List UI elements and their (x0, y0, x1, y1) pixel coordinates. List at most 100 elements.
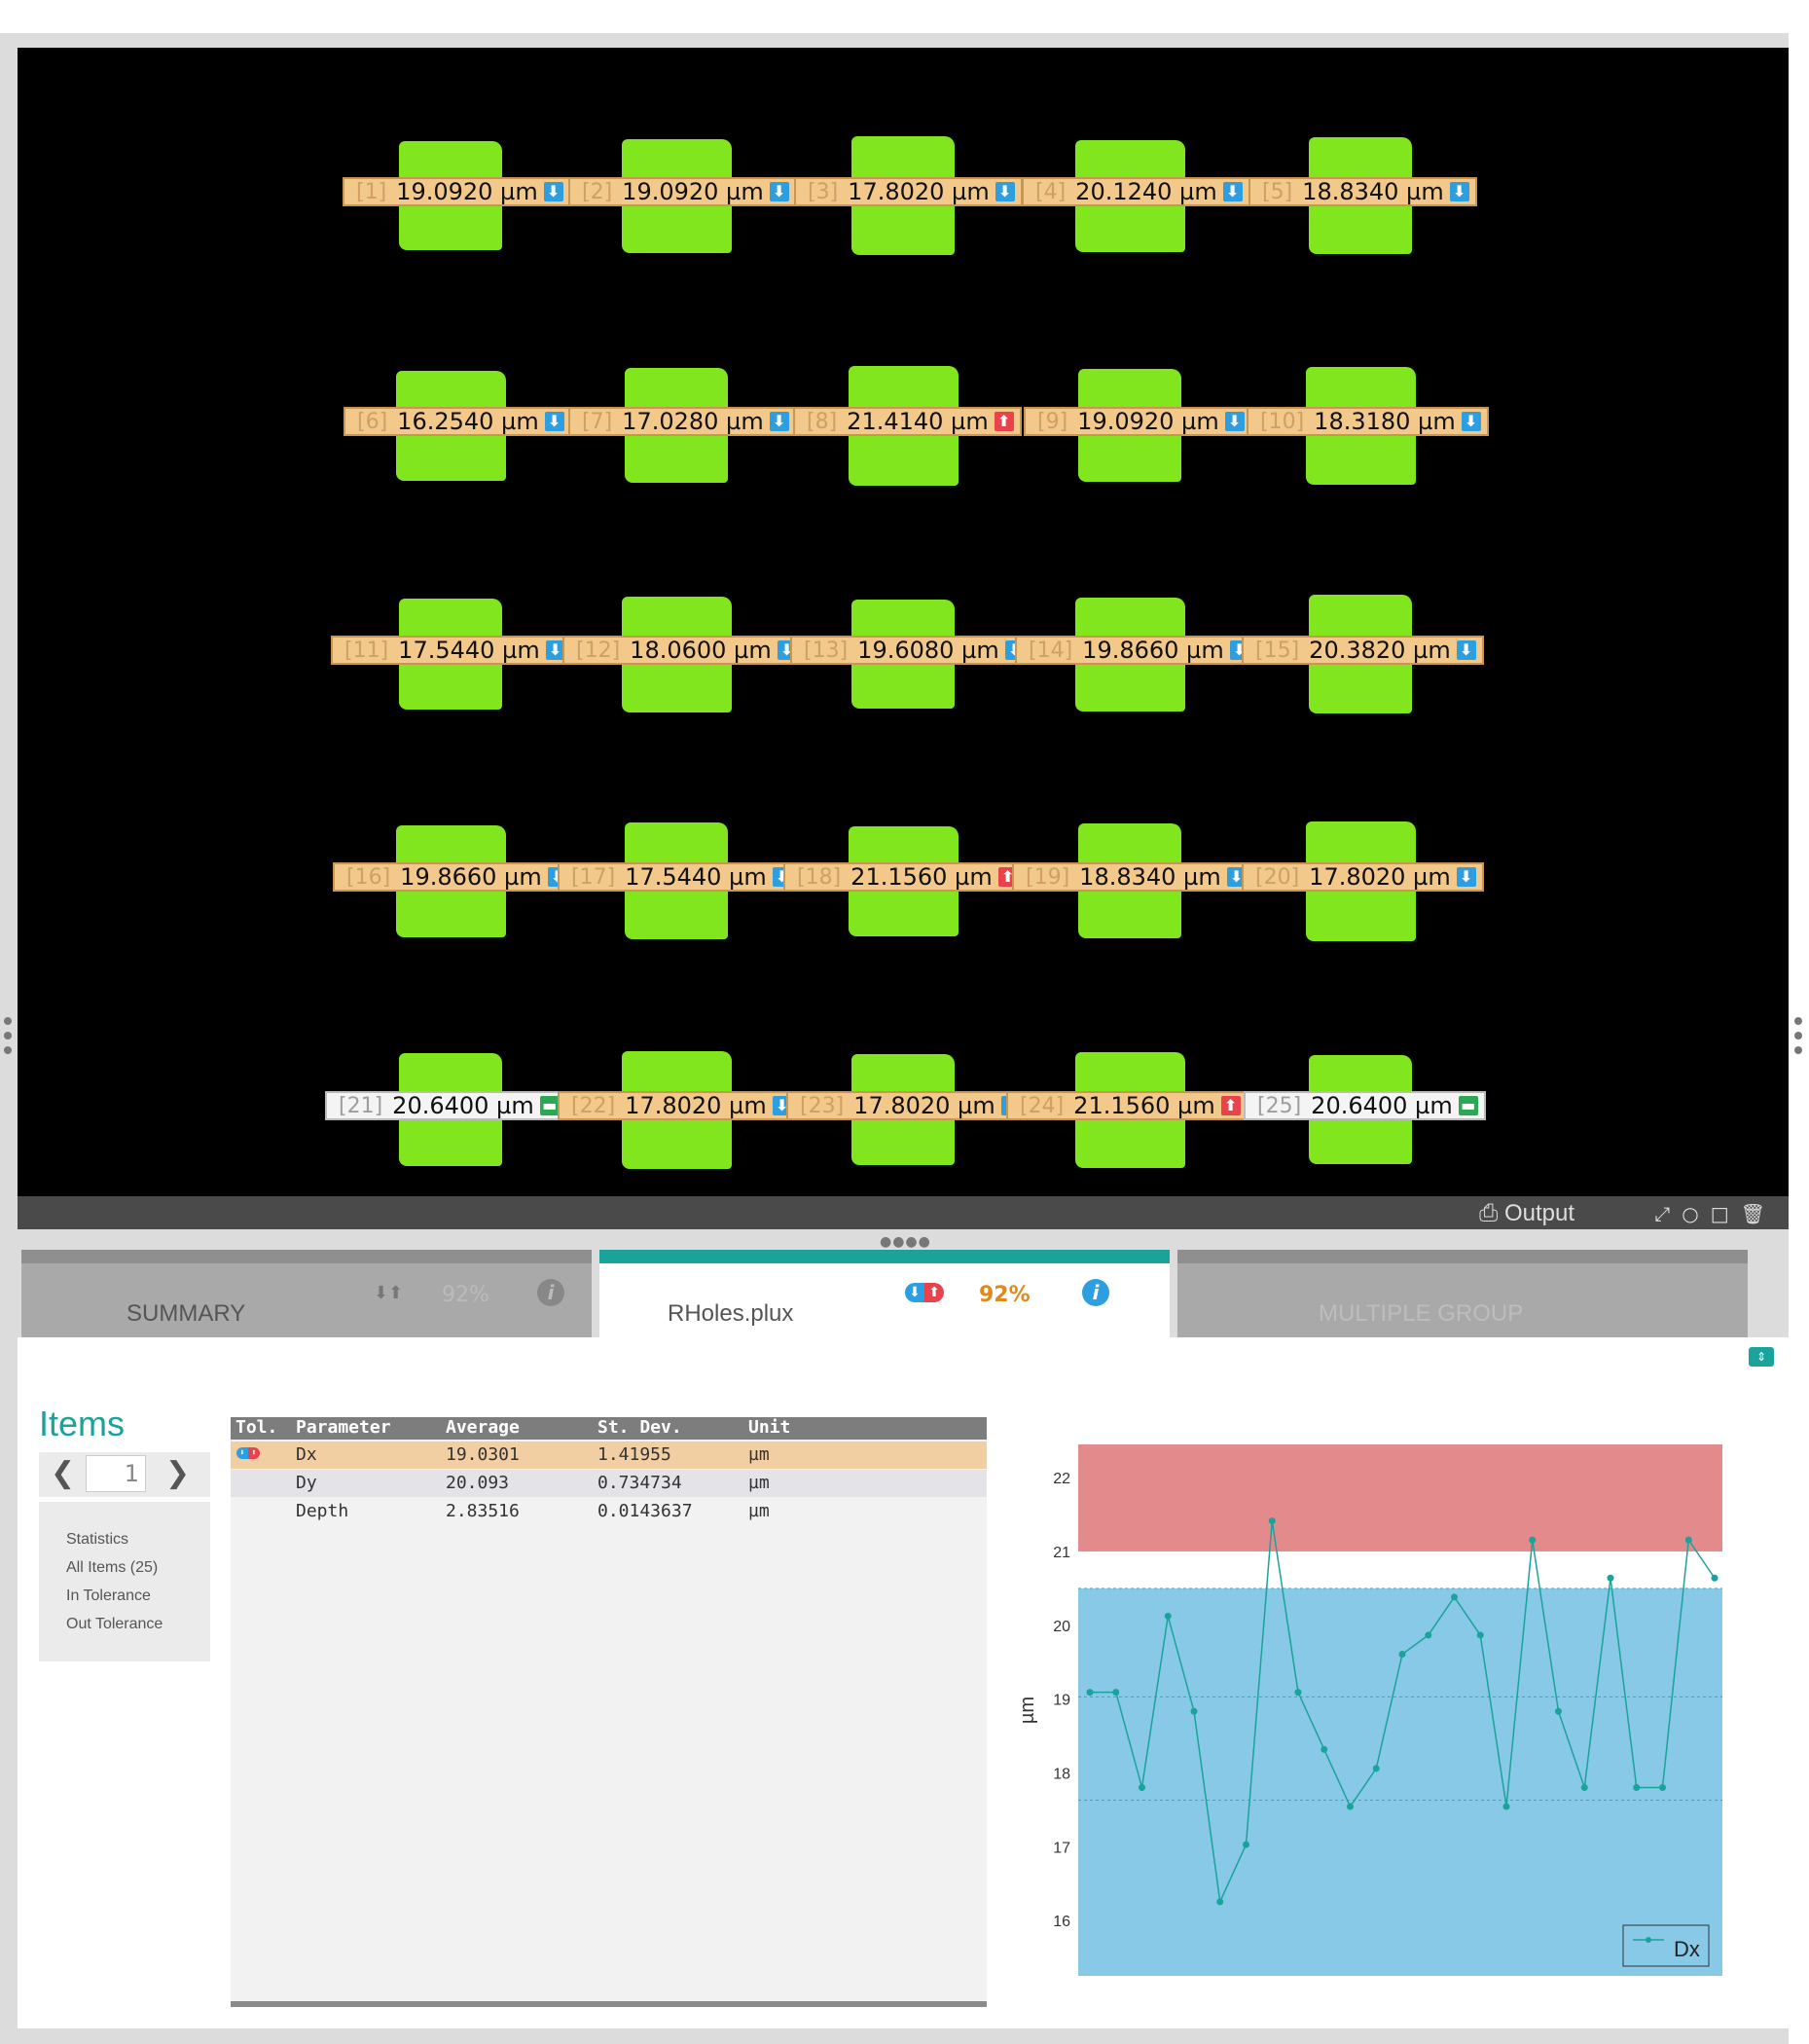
measurement-value: 18.8340 µm (1079, 863, 1221, 891)
table-row[interactable]: Depth 2.83516 0.0143637 µm (231, 1498, 987, 1525)
measurement-label[interactable]: [10] 18.3180 µm ⬇ (1247, 407, 1489, 436)
table-row[interactable]: ⬇ ⬆ Dx 19.0301 1.41955 µm (231, 1442, 987, 1469)
down-arrow-icon: ⬇ (1224, 412, 1245, 431)
measurement-label[interactable]: [12] 18.0600 µm ⬇ (562, 636, 805, 665)
measurement-index: [11] (344, 638, 389, 663)
trash-icon[interactable]: 🗑 (1741, 1202, 1777, 1225)
circle-icon[interactable]: ○ (1682, 1202, 1710, 1225)
measurement-label[interactable]: [13]19.6080 µm⬇ (790, 636, 1032, 665)
cell-parameter: Dx (296, 1444, 317, 1465)
measurement-index: [24] (1020, 1093, 1065, 1118)
measurement-label[interactable]: [6] 16.2540 µm ⬇ (344, 407, 572, 436)
y-tick-label: 16 (1053, 1914, 1070, 1930)
header-average: Average (446, 1417, 520, 1438)
y-tick-label: 18 (1053, 1766, 1070, 1782)
right-splitter-handle[interactable] (1794, 1046, 1802, 1054)
measurement-label[interactable]: [21] 20.6400 µm ▬ (325, 1091, 567, 1120)
square-icon[interactable]: □ (1711, 1202, 1741, 1225)
info-icon[interactable]: i (1082, 1279, 1109, 1306)
measurement-index: [25] (1257, 1093, 1302, 1118)
measurement-index: [1] (356, 179, 387, 204)
header-unit: Unit (748, 1417, 791, 1438)
data-point (1529, 1536, 1537, 1544)
up-arrow-icon: ⬆ (994, 412, 1014, 431)
measurement-label[interactable]: [17] 17.5440 µm ⬇ (558, 862, 800, 892)
measurement-value: 17.8020 µm (1309, 863, 1451, 891)
measurement-value: 19.8660 µm (400, 863, 542, 891)
measurement-label[interactable]: [25] 20.6400 µm ▬ (1244, 1091, 1486, 1120)
measurement-label[interactable]: [16]19.8660 µm⬇ (333, 862, 575, 892)
measurement-label[interactable]: [18] 21.1560 µm ⬆ (783, 862, 1026, 892)
y-tick-label: 21 (1053, 1545, 1070, 1561)
chevron-left-icon[interactable]: ❮ (51, 1456, 75, 1490)
measurement-label[interactable]: [2] 19.0920 µm ⬇ (568, 177, 797, 206)
down-arrow-icon: ⬇ (1456, 640, 1476, 660)
tab-rholes[interactable]: RHoles.plux ⬇ ⬆ 92% i (599, 1250, 1170, 1337)
measurement-label[interactable]: [7] 17.0280 µm ⬇ (568, 407, 797, 436)
measurement-index: [14] (1029, 638, 1073, 663)
measurement-label[interactable]: [3] 17.8020 µm ⬇ (794, 177, 1023, 206)
data-point (1684, 1536, 1692, 1544)
measurement-label[interactable]: [23]17.8020 µm⬇ (786, 1091, 1029, 1120)
data-point (1633, 1783, 1641, 1791)
table-row[interactable]: Dy 20.093 0.734734 µm (231, 1470, 987, 1497)
cell-unit: µm (748, 1444, 770, 1465)
measurement-label[interactable]: [19] 18.8340 µm ⬇ (1012, 862, 1254, 892)
measurement-label[interactable]: [4] 20.1240 µm ⬇ (1022, 177, 1250, 206)
measurement-label[interactable]: [11] 17.5440 µm ⬇ (331, 636, 573, 665)
filter-statistics[interactable]: Statistics (66, 1531, 202, 1549)
right-splitter-handle[interactable] (1794, 1032, 1802, 1040)
measurement-label[interactable]: [20] 17.8020 µm ⬇ (1242, 862, 1484, 892)
filter-out-tolerance[interactable]: Out Tolerance (66, 1616, 202, 1633)
measurement-value: 17.8020 µm (625, 1092, 767, 1119)
measurement-label[interactable]: [22] 17.8020 µm ⬇ (558, 1091, 800, 1120)
data-point (1139, 1783, 1145, 1791)
tab-multiple-group-label: MULTIPLE GROUP (1319, 1300, 1524, 1327)
measurement-value: 19.8660 µm (1082, 637, 1224, 664)
measurement-label[interactable]: [1] 19.0920 µm ⬇ (343, 177, 571, 206)
vertical-splitter-grip[interactable]: ●●●● (880, 1234, 931, 1250)
left-splitter-handle[interactable] (4, 1017, 12, 1025)
viewer-toolbar: ⎙ Output ⤢○□🗑 (18, 1196, 1789, 1229)
measurement-value: 20.3820 µm (1309, 637, 1451, 664)
measurement-value: 17.8020 µm (853, 1092, 995, 1119)
measurement-label[interactable]: [9] 19.0920 µm ⬇ (1024, 407, 1252, 436)
pin-icon[interactable]: ⇕ (1749, 1347, 1774, 1367)
filter-in-tolerance[interactable]: In Tolerance (66, 1588, 202, 1605)
chevron-right-icon[interactable]: ❯ (165, 1456, 190, 1490)
cell-parameter: Dy (296, 1473, 317, 1493)
filter-all-items[interactable]: All Items (25) (66, 1559, 202, 1577)
up-arrow-icon: ⬆ (1220, 1096, 1241, 1115)
tab-summary[interactable]: SUMMARY ⬇⬆ 92% i (21, 1250, 592, 1337)
tab-multiple-group[interactable]: MULTIPLE GROUP (1177, 1250, 1748, 1337)
image-viewer[interactable]: [1] 19.0920 µm ⬇ [2] 19.0920 µm ⬇ [3] 17.8020 µ… (18, 48, 1789, 1196)
right-splitter-handle[interactable] (1794, 1017, 1802, 1025)
expand-icon[interactable]: ⤢ (1654, 1202, 1682, 1225)
left-splitter-handle[interactable] (4, 1046, 12, 1054)
measurement-label[interactable]: [15] 20.3820 µm ⬇ (1242, 636, 1484, 665)
measurement-label[interactable]: [8] 21.4140 µm ⬆ (793, 407, 1022, 436)
left-splitter-handle[interactable] (4, 1032, 12, 1040)
data-point (1321, 1745, 1328, 1753)
tolerance-band (1078, 1588, 1722, 1976)
down-arrow-icon: ⬇ (543, 182, 563, 201)
measurement-index: [21] (339, 1093, 383, 1118)
header-stdev: St. Dev. (597, 1417, 682, 1438)
cell-average: 19.0301 (446, 1444, 520, 1465)
page-input[interactable]: 1 (86, 1455, 146, 1492)
data-point (1294, 1689, 1302, 1697)
y-tick-label: 17 (1053, 1840, 1070, 1856)
measurement-label[interactable]: [14] 19.8660 µm ⬇ (1015, 636, 1257, 665)
cell-stdev: 1.41955 (597, 1444, 671, 1465)
pager: ❮ 1 ❯ (39, 1452, 210, 1497)
filter-label: All Items (25) (66, 1559, 159, 1576)
data-point (1580, 1783, 1588, 1791)
info-icon[interactable]: i (537, 1279, 564, 1306)
measurement-index: [18] (797, 864, 842, 890)
measurement-label[interactable]: [24] 21.1560 µm ⬆ (1006, 1091, 1248, 1120)
tab-rholes-label: RHoles.plux (668, 1300, 794, 1327)
down-arrow-icon: ⬇ (1449, 182, 1469, 201)
output-button[interactable]: ⎙ Output (1479, 1200, 1574, 1227)
down-arrow-icon: ⬇ (544, 412, 564, 431)
measurement-label[interactable]: [5] 18.8340 µm ⬇ (1248, 177, 1477, 206)
